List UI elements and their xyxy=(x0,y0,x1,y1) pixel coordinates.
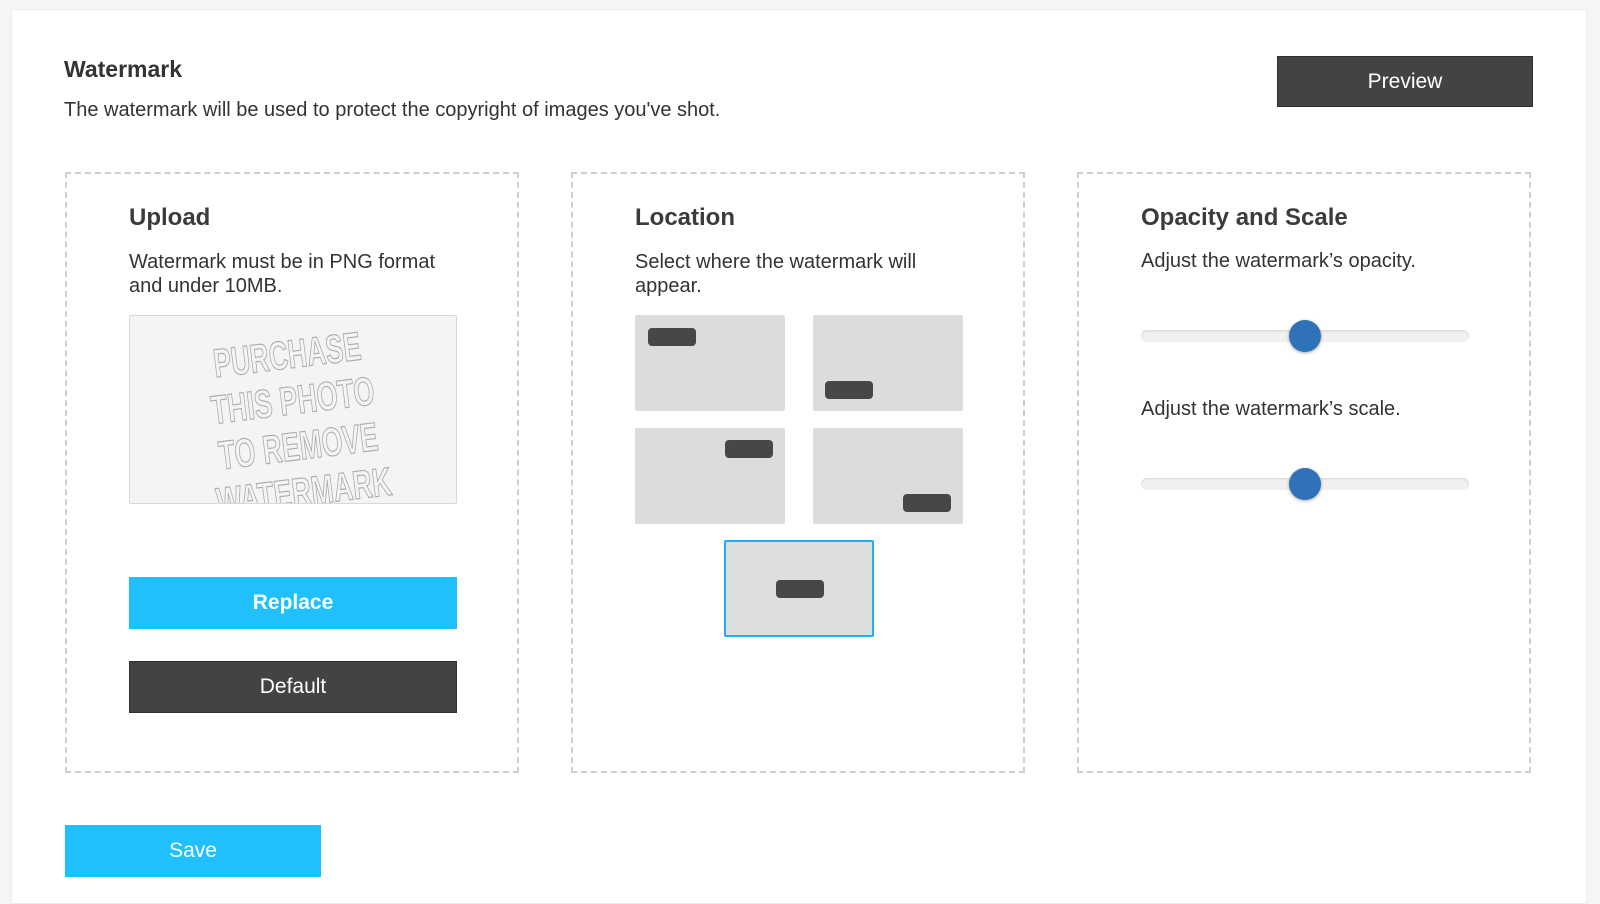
watermark-marker xyxy=(648,328,696,346)
watermark-marker xyxy=(725,440,773,458)
upload-description: Watermark must be in PNG format and unde… xyxy=(129,251,435,297)
location-option-top-right[interactable] xyxy=(635,428,785,524)
location-title: Location xyxy=(635,204,735,231)
location-description: Select where the watermark will appear. xyxy=(635,251,917,297)
location-option-bottom-right[interactable] xyxy=(813,428,963,524)
upload-card: Upload Watermark must be in PNG format a… xyxy=(65,172,519,773)
watermark-image: PURCHASE THIS PHOTO TO REMOVE WATERMARK xyxy=(208,324,394,503)
replace-button[interactable]: Replace xyxy=(129,577,457,629)
watermark-image-preview: PURCHASE THIS PHOTO TO REMOVE WATERMARK xyxy=(129,315,457,504)
save-button[interactable]: Save xyxy=(65,825,321,877)
opacity-slider-thumb[interactable] xyxy=(1289,320,1321,352)
scale-label: Adjust the watermark’s scale. xyxy=(1141,398,1401,420)
location-option-center[interactable] xyxy=(724,540,874,637)
page-title: Watermark xyxy=(64,56,183,82)
location-card: Location Select where the watermark will… xyxy=(571,172,1025,773)
upload-title: Upload xyxy=(129,204,211,231)
location-option-bottom-left[interactable] xyxy=(813,315,963,411)
watermark-marker xyxy=(825,381,873,399)
location-option-top-left[interactable] xyxy=(635,315,785,411)
opacity-scale-card: Opacity and Scale Adjust the watermark’s… xyxy=(1077,172,1531,773)
scale-slider[interactable] xyxy=(1141,468,1469,500)
opacity-scale-title: Opacity and Scale xyxy=(1141,204,1348,231)
default-button[interactable]: Default xyxy=(129,661,457,713)
watermark-marker xyxy=(776,580,824,598)
opacity-slider[interactable] xyxy=(1141,320,1469,352)
opacity-label: Adjust the watermark’s opacity. xyxy=(1141,250,1416,272)
page-description: The watermark will be used to protect th… xyxy=(64,99,721,121)
watermark-marker xyxy=(903,494,951,512)
scale-slider-thumb[interactable] xyxy=(1289,468,1321,500)
preview-button[interactable]: Preview xyxy=(1277,56,1533,107)
